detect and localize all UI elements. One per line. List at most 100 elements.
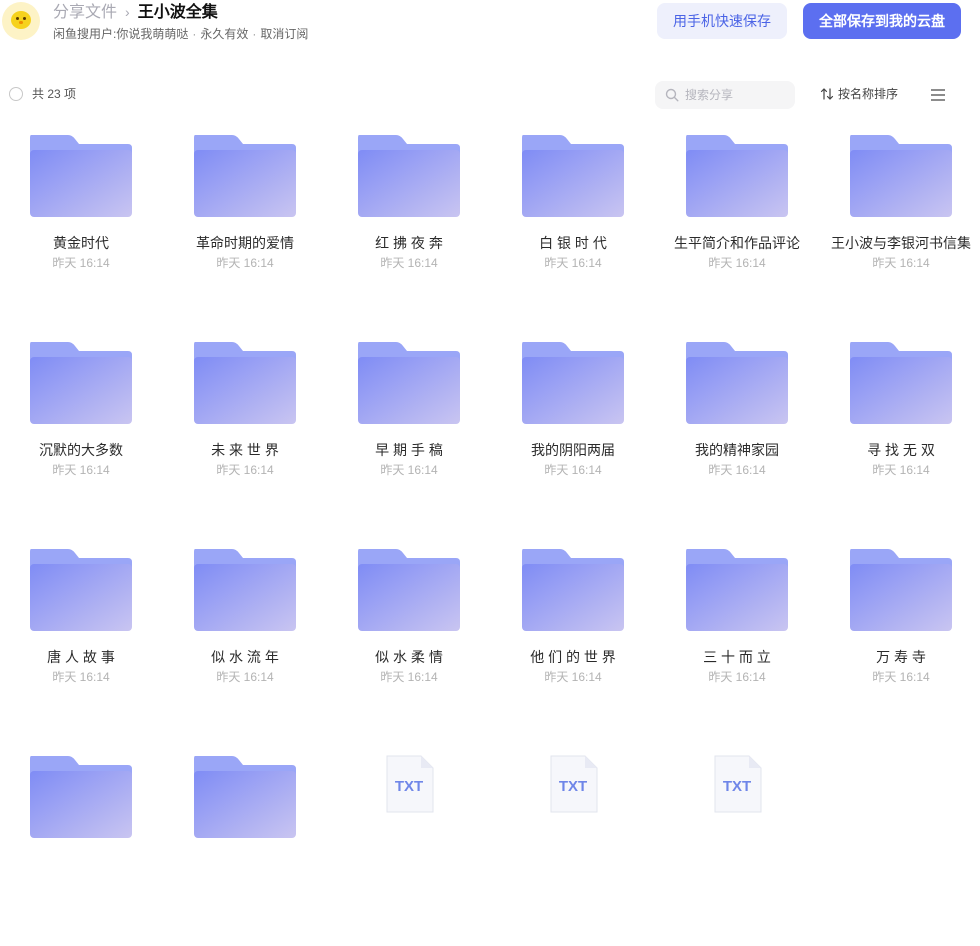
item-date: 昨天 16:14 [216, 463, 274, 477]
folder-item[interactable]: 红 拂 夜 奔昨天 16:14 [339, 125, 479, 325]
folder-item[interactable]: 白 银 时 代昨天 16:14 [503, 125, 643, 325]
unsubscribe-link[interactable]: 取消订阅 [260, 27, 308, 41]
folder-item[interactable]: 我的精神家园 昨天 16:14 [667, 332, 807, 532]
folder-icon [850, 135, 952, 217]
select-all-checkbox[interactable] [9, 87, 23, 101]
item-date: 昨天 16:14 [544, 256, 602, 270]
item-date: 昨天 16:14 [708, 256, 766, 270]
folder-item[interactable] [175, 746, 315, 946]
item-date: 昨天 16:14 [216, 256, 274, 270]
folder-icon [194, 756, 296, 838]
item-date: 昨天 16:14 [380, 463, 438, 477]
item-name: 沉默的大多数 昨天 16:14 [11, 440, 151, 479]
search-icon [665, 88, 679, 102]
folder-icon [194, 549, 296, 631]
folder-item[interactable]: 王小波与李银河书信集 昨天 16:14 [831, 125, 971, 325]
folder-item[interactable]: 似 水 流 年昨天 16:14 [175, 539, 315, 739]
folder-item[interactable]: 黄金时代 昨天 16:14 [11, 125, 151, 325]
item-name: 似 水 柔 情昨天 16:14 [339, 647, 479, 686]
save-all-button[interactable]: 全部保存到我的云盘 [803, 3, 961, 39]
item-date: 昨天 16:14 [544, 463, 602, 477]
folder-item[interactable]: 唐 人 故 事昨天 16:14 [11, 539, 151, 739]
item-date: 昨天 16:14 [872, 463, 930, 477]
list-view-icon[interactable] [930, 88, 946, 102]
folder-icon [358, 135, 460, 217]
item-date: 昨天 16:14 [708, 670, 766, 684]
item-name: 三 十 而 立昨天 16:14 [667, 647, 807, 686]
item-date: 昨天 16:14 [872, 670, 930, 684]
search-input[interactable] [685, 85, 787, 105]
item-count: 共 23 项 [32, 87, 77, 101]
folder-item[interactable]: 未 来 世 界昨天 16:14 [175, 332, 315, 532]
folder-icon [30, 549, 132, 631]
phone-save-button[interactable]: 用手机快速保存 [657, 3, 787, 39]
folder-item[interactable]: 我的阴阳两届 昨天 16:14 [503, 332, 643, 532]
folder-icon [522, 342, 624, 424]
chevron-right-icon: › [125, 4, 130, 20]
item-date: 昨天 16:14 [52, 670, 110, 684]
folder-item[interactable]: 万 寿 寺昨天 16:14 [831, 539, 971, 739]
file-type-badge: TXT [558, 778, 588, 795]
folder-icon [522, 135, 624, 217]
folder-icon [358, 342, 460, 424]
item-name: 王小波与李银河书信集 昨天 16:14 [831, 235, 971, 270]
folder-icon [194, 342, 296, 424]
sort-label: 按名称排序 [838, 87, 899, 101]
breadcrumb-root[interactable]: 分享文件 [53, 4, 117, 21]
folder-item[interactable]: 寻 找 无 双昨天 16:14 [831, 332, 971, 532]
item-name: 他 们 的 世 界昨天 16:14 [503, 647, 643, 686]
item-name: 红 拂 夜 奔昨天 16:14 [339, 233, 479, 272]
item-name: 万 寿 寺昨天 16:14 [831, 647, 971, 686]
folder-icon [522, 549, 624, 631]
item-date: 昨天 16:14 [380, 256, 438, 270]
item-date: 昨天 16:14 [52, 463, 110, 477]
validity-label: 永久有效 [200, 27, 249, 41]
folder-item[interactable]: 革命时期的爱情 昨天 16:14 [175, 125, 315, 325]
sort-button[interactable]: 按名称排序 [820, 86, 898, 102]
file-item[interactable]: TXT [339, 746, 479, 946]
item-name: 未 来 世 界昨天 16:14 [175, 440, 315, 479]
folder-item[interactable]: 三 十 而 立昨天 16:14 [667, 539, 807, 739]
item-date: 昨天 16:14 [544, 670, 602, 684]
item-name: 早 期 手 稿昨天 16:14 [339, 440, 479, 479]
folder-icon [686, 135, 788, 217]
sharer-name: 闲鱼搜用户:你说我萌萌哒 [53, 27, 189, 41]
item-name: 我的阴阳两届 昨天 16:14 [503, 440, 643, 479]
folder-item[interactable]: 早 期 手 稿昨天 16:14 [339, 332, 479, 532]
item-name: 我的精神家园 昨天 16:14 [667, 440, 807, 479]
folder-item[interactable]: 他 们 的 世 界昨天 16:14 [503, 539, 643, 739]
item-name: 黄金时代 昨天 16:14 [11, 233, 151, 272]
file-item[interactable]: TXT [667, 746, 807, 946]
folder-icon [686, 342, 788, 424]
folder-icon [30, 756, 132, 838]
search-box[interactable] [655, 81, 795, 109]
folder-icon [850, 549, 952, 631]
page-title: 王小波全集 [137, 4, 218, 21]
folder-icon [30, 342, 132, 424]
breadcrumb: 分享文件 › 王小波全集 [53, 1, 218, 23]
item-name: 寻 找 无 双昨天 16:14 [831, 440, 971, 479]
item-date: 昨天 16:14 [872, 256, 930, 270]
file-type-badge: TXT [394, 778, 424, 795]
chick-icon [11, 11, 31, 29]
folder-icon [30, 135, 132, 217]
folder-item[interactable]: 似 水 柔 情昨天 16:14 [339, 539, 479, 739]
folder-icon [194, 135, 296, 217]
item-name: 唐 人 故 事昨天 16:14 [11, 647, 151, 686]
sort-icon [820, 88, 834, 100]
share-meta: 闲鱼搜用户:你说我萌萌哒 · 永久有效 · 取消订阅 [53, 27, 309, 41]
item-name: 似 水 流 年昨天 16:14 [175, 647, 315, 686]
folder-item[interactable] [11, 746, 151, 946]
folder-icon [358, 549, 460, 631]
folder-item[interactable]: 生平简介和作品评论 昨天 16:14 [667, 125, 807, 325]
file-item[interactable]: TXT [503, 746, 643, 946]
item-name: 革命时期的爱情 昨天 16:14 [175, 233, 315, 272]
folder-icon [850, 342, 952, 424]
avatar [2, 2, 40, 40]
folder-icon [686, 549, 788, 631]
item-name: 白 银 时 代昨天 16:14 [503, 233, 643, 272]
item-date: 昨天 16:14 [380, 670, 438, 684]
item-date: 昨天 16:14 [216, 670, 274, 684]
folder-item[interactable]: 沉默的大多数 昨天 16:14 [11, 332, 151, 532]
file-type-badge: TXT [722, 778, 752, 795]
